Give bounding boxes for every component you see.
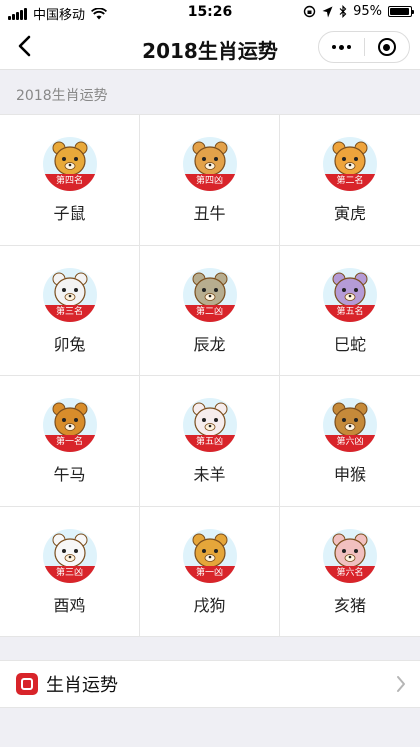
zodiac-cell[interactable]: 第二凶 辰龙	[140, 245, 280, 376]
section-header: 2018生肖运势	[16, 88, 108, 104]
battery-icon	[388, 6, 414, 17]
location-icon	[322, 6, 333, 17]
zodiac-name: 午马	[53, 465, 86, 484]
zodiac-name: 丑牛	[193, 204, 226, 223]
rank-badge: 第二名	[323, 174, 377, 191]
rank-badge: 第三凶	[42, 565, 97, 583]
zodiac-cell[interactable]: 第三凶 酉鸡	[0, 506, 140, 637]
rank-badge: 第五名	[323, 304, 377, 322]
mini-program-link[interactable]: 生肖运势	[0, 660, 420, 708]
target-close-icon	[377, 38, 396, 56]
rank-badge: 第二凶	[182, 304, 237, 322]
chevron-right-icon	[397, 676, 405, 692]
zodiac-name: 巳蛇	[333, 334, 366, 354]
battery-fill	[390, 8, 409, 15]
zodiac-name: 亥猪	[333, 595, 366, 615]
zodiac-avatar: 第五名	[323, 267, 377, 322]
rank-badge: 第四凶	[182, 174, 237, 191]
rank-badge: 第六凶	[323, 435, 377, 452]
rank-badge: 第六名	[323, 565, 377, 583]
zodiac-name: 未羊	[193, 465, 226, 484]
rank-badge: 第一凶	[182, 565, 237, 583]
zodiac-avatar: 第三名	[42, 267, 97, 322]
footer-label: 生肖运势	[46, 675, 118, 696]
app-logo-icon	[16, 673, 38, 695]
battery-percent: 95%	[353, 4, 382, 19]
rank-badge: 第四名	[42, 174, 97, 191]
zodiac-name: 戌狗	[193, 595, 226, 615]
rank-badge: 第五凶	[182, 435, 237, 452]
zodiac-cell[interactable]: 第六名 亥猪	[280, 507, 420, 637]
zodiac-name: 酉鸡	[53, 595, 86, 615]
zodiac-name: 子鼠	[53, 204, 86, 223]
zodiac-cell[interactable]: 第一凶 戌狗	[140, 506, 280, 637]
zodiac-avatar: 第一名	[42, 398, 97, 452]
zodiac-avatar: 第三凶	[42, 528, 97, 583]
status-bar: 中国移动 15:26 95%	[0, 0, 420, 24]
rotation-lock-icon	[303, 5, 316, 18]
rank-badge: 第三名	[42, 304, 97, 322]
bluetooth-icon	[339, 5, 347, 18]
close-button[interactable]	[365, 32, 410, 62]
zodiac-avatar: 第一凶	[182, 528, 237, 583]
zodiac-cell[interactable]: 第四名 子鼠	[0, 115, 140, 246]
nav-bar: 2018生肖运势	[0, 24, 420, 70]
zodiac-cell[interactable]: 第六凶 申猴	[280, 376, 420, 507]
zodiac-avatar: 第五凶	[182, 398, 237, 452]
zodiac-name: 卯兔	[53, 334, 86, 354]
menu-capsule	[318, 31, 410, 63]
zodiac-avatar: 第四凶	[182, 137, 237, 191]
zodiac-avatar: 第六名	[323, 528, 377, 583]
more-button[interactable]	[319, 32, 364, 62]
zodiac-name: 申猴	[333, 465, 366, 484]
zodiac-cell[interactable]: 第五凶 未羊	[140, 376, 280, 507]
zodiac-cell[interactable]: 第五名 巳蛇	[280, 246, 420, 376]
zodiac-cell[interactable]: 第二名 寅虎	[280, 115, 420, 246]
zodiac-cell[interactable]: 第三名 卯兔	[0, 245, 140, 376]
zodiac-cell[interactable]: 第四凶 丑牛	[140, 115, 280, 246]
zodiac-cell[interactable]: 第一名 午马	[0, 376, 140, 507]
rank-badge: 第一名	[42, 435, 97, 452]
zodiac-name: 辰龙	[193, 334, 226, 354]
zodiac-avatar: 第六凶	[323, 398, 377, 452]
more-dots-icon	[331, 44, 351, 50]
zodiac-name: 寅虎	[333, 204, 366, 223]
zodiac-avatar: 第二凶	[182, 267, 237, 322]
zodiac-avatar: 第二名	[323, 137, 377, 191]
zodiac-grid: 第四名子鼠 第四凶丑牛 第二名寅虎 第三名卯兔 第二凶辰龙 第五名巳蛇 第一名午…	[0, 114, 420, 637]
status-right: 95%	[303, 4, 414, 19]
zodiac-avatar: 第四名	[42, 137, 97, 191]
